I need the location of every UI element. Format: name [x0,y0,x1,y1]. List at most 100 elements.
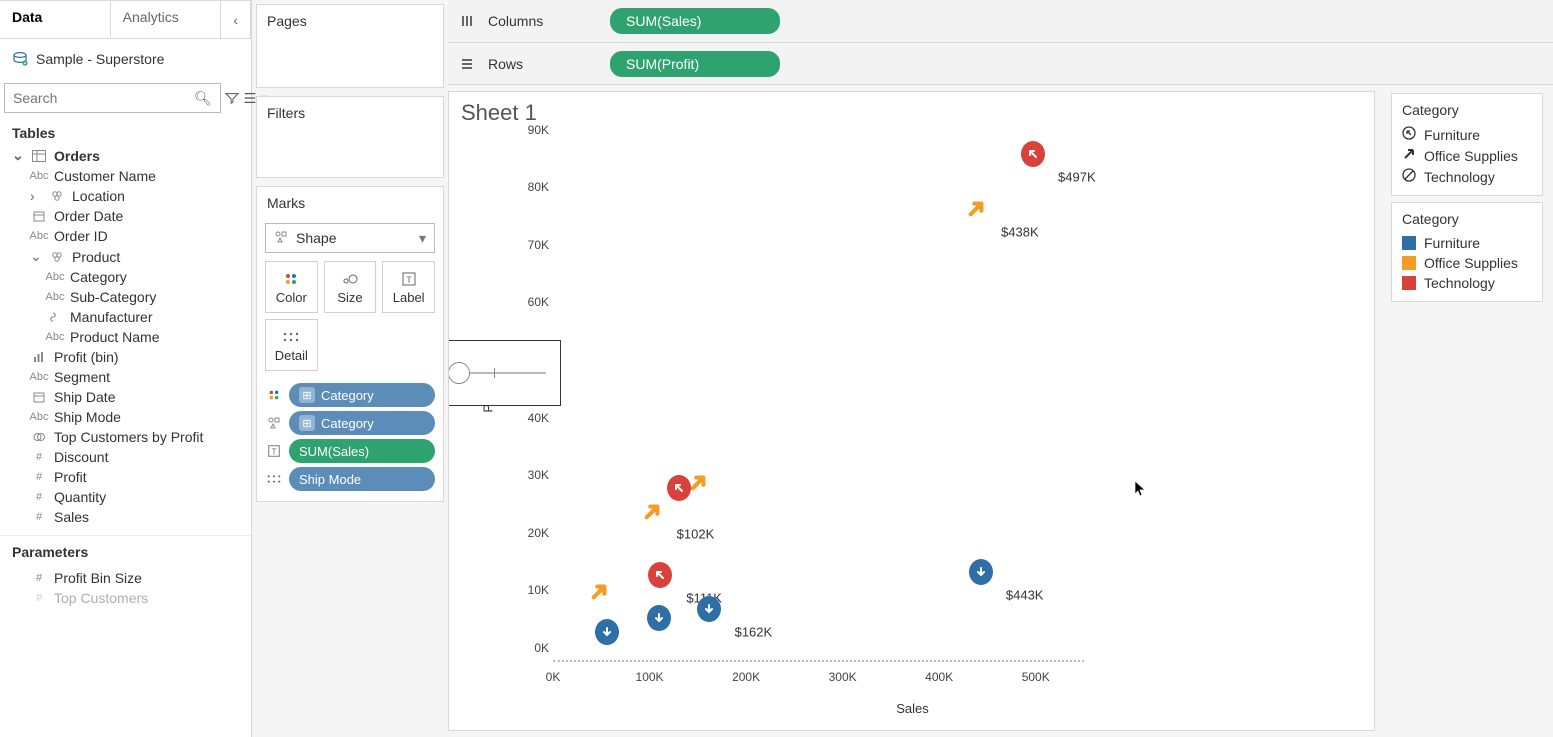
columns-pill[interactable]: SUM(Sales) [610,8,780,34]
field-discount[interactable]: #Discount [8,447,247,467]
pill-shape-category[interactable]: ⊞Category [289,411,435,435]
datasource-row[interactable]: Sample - Superstore [0,39,251,79]
field-segment[interactable]: AbcSegment [8,367,247,387]
marks-title: Marks [257,187,443,219]
mark-color-button[interactable]: Color [265,261,318,313]
data-point[interactable]: ➜ [639,499,663,523]
filter-fields-icon[interactable] [225,87,239,109]
circle-slash-icon [1402,168,1416,185]
rows-label: Rows [488,56,598,72]
field-order-id[interactable]: AbcOrder ID [8,226,247,246]
tab-data[interactable]: Data [0,1,111,38]
size-slider-track[interactable] [448,372,546,374]
data-point[interactable]: ➜ [587,580,611,604]
datasource-icon [12,51,28,67]
mark-label-button[interactable]: TLabel [382,261,435,313]
swatch-icon [1402,256,1416,270]
search-input[interactable]: 🔍︎ [4,83,221,113]
field-category[interactable]: AbcCategory [8,267,247,287]
data-point[interactable]: ➜ [964,197,988,221]
mark-detail-button[interactable]: Detail [265,319,318,371]
field-quantity[interactable]: #Quantity [8,487,247,507]
data-point[interactable] [667,476,691,500]
pages-title: Pages [257,5,443,37]
field-location[interactable]: ›Location [8,186,247,206]
rows-pill[interactable]: SUM(Profit) [610,51,780,77]
columns-icon [458,14,476,28]
collapse-data-pane[interactable]: ‹ [221,1,251,38]
datasource-name: Sample - Superstore [36,51,164,67]
field-product[interactable]: ⌄Product [8,246,247,267]
parameters-title: Parameters [0,535,251,568]
mark-type-select[interactable]: Shape ▾ [265,223,435,253]
color-legend[interactable]: Category Furniture Office Supplies Techn… [1391,202,1543,302]
legend-item[interactable]: Technology [1402,166,1532,187]
shape-icon [274,230,288,247]
marks-card: Marks Shape ▾ Color Size TLabel Detail ⊞… [256,186,444,502]
pill-detail-ship-mode[interactable]: Ship Mode [289,467,435,491]
field-customer-name[interactable]: AbcCustomer Name [8,166,247,186]
filters-card[interactable]: Filters [256,96,444,178]
field-manufacturer[interactable]: Manufacturer [8,307,247,327]
size-icon [341,270,359,288]
rows-icon [458,57,476,71]
param-profit-bin-size[interactable]: #Profit Bin Size [8,568,247,588]
arrow-icon [1402,147,1416,164]
detail-icon [283,328,299,346]
legend-item[interactable]: Office Supplies [1402,145,1532,166]
field-product-name[interactable]: AbcProduct Name [8,327,247,347]
field-ship-date[interactable]: Ship Date [8,387,247,407]
size-slider-popup[interactable] [448,340,561,406]
data-point[interactable] [969,560,993,584]
pages-card[interactable]: Pages [256,4,444,88]
legend-item[interactable]: Furniture [1402,124,1532,145]
search-icon: 🔍︎ [194,90,212,107]
data-point[interactable] [647,606,671,630]
data-point[interactable] [595,620,619,644]
data-point[interactable] [697,597,721,621]
field-sub-category[interactable]: AbcSub-Category [8,287,247,307]
field-ship-mode[interactable]: AbcShip Mode [8,407,247,427]
data-label: $443K [1006,587,1044,602]
mark-size-button[interactable]: Size [324,261,377,313]
swatch-icon [1402,276,1416,290]
field-order-date[interactable]: Order Date [8,206,247,226]
field-profit[interactable]: #Profit [8,467,247,487]
field-profit-bin[interactable]: Profit (bin) [8,347,247,367]
legend-item[interactable]: Furniture [1402,233,1532,253]
color-icon [283,270,299,288]
mouse-cursor [1134,480,1148,498]
legend-item[interactable]: Office Supplies [1402,253,1532,273]
color-legend-title: Category [1402,211,1532,227]
data-label: $162K [735,625,773,640]
legend-item[interactable]: Technology [1402,273,1532,293]
viz-canvas[interactable]: Sheet 1 Profit 0K10K20K30K40K60K70K80K90… [448,91,1375,731]
color-icon [265,388,283,402]
data-pane: Data Analytics ‹ Sample - Superstore 🔍︎ … [0,0,252,737]
data-point[interactable] [648,563,672,587]
sheet-title: Sheet 1 [449,92,1374,134]
field-top-customers[interactable]: Top Customers by Profit [8,427,247,447]
columns-label: Columns [488,13,598,29]
chevron-down-icon: ▾ [419,230,426,247]
field-sales[interactable]: #Sales [8,507,247,527]
data-label: $438K [1001,224,1039,239]
pill-color-category[interactable]: ⊞Category [289,383,435,407]
label-icon: T [401,270,417,288]
shape-legend-title: Category [1402,102,1532,118]
label-icon: T [265,444,283,458]
shape-legend[interactable]: Category Furniture Office Supplies Techn… [1391,93,1543,196]
circle-arrow-icon [1402,126,1416,143]
param-top-customers[interactable]: #Top Customers [8,588,247,608]
x-axis-label: Sales [461,701,1364,716]
data-point[interactable] [1021,142,1045,166]
size-slider-thumb[interactable] [448,362,470,384]
columns-shelf[interactable]: Columns SUM(Sales) [448,0,1553,42]
tables-title: Tables [0,117,251,145]
rows-shelf[interactable]: Rows SUM(Profit) [448,42,1553,84]
table-orders[interactable]: ⌄Orders [8,145,247,166]
fields-tree: ⌄Orders AbcCustomer Name ›Location Order… [0,145,251,535]
filters-title: Filters [257,97,443,129]
tab-analytics[interactable]: Analytics [111,1,222,38]
pill-label-sum-sales[interactable]: SUM(Sales) [289,439,435,463]
